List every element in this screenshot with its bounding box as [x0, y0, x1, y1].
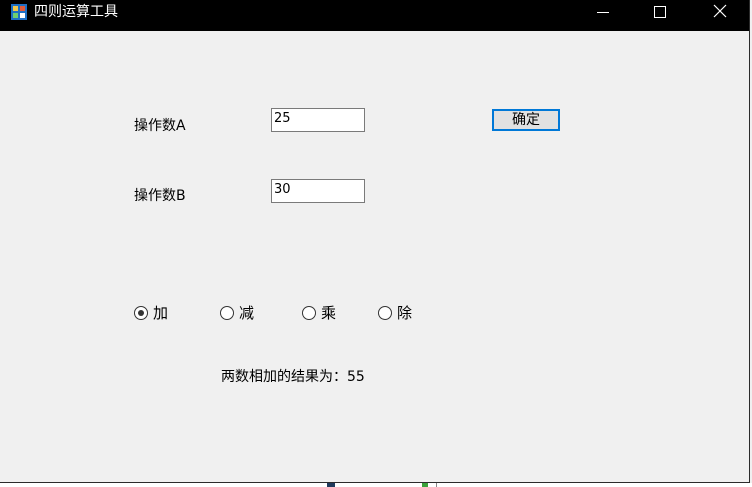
radio-subtract-label[interactable]: 减	[239, 304, 254, 322]
desktop-strip	[0, 483, 752, 487]
minimize-button[interactable]	[580, 0, 626, 31]
radio-subtract[interactable]: 减	[220, 303, 254, 323]
title-bar[interactable]: 四则运算工具	[0, 0, 749, 31]
close-icon	[713, 4, 727, 18]
minimize-icon	[597, 12, 609, 13]
radio-divide[interactable]: 除	[378, 303, 412, 323]
app-icon	[11, 4, 27, 20]
operand-b-input[interactable]: 30	[271, 179, 365, 203]
maximize-icon	[654, 6, 666, 18]
radio-multiply-label[interactable]: 乘	[321, 304, 336, 322]
app-window: 四则运算工具 操作数A 25 操作数B 30 确定 加 减 乘 除 两数相加的结…	[0, 0, 750, 483]
confirm-button[interactable]: 确定	[492, 109, 560, 131]
close-button[interactable]	[696, 0, 742, 31]
radio-unchecked-icon[interactable]	[378, 306, 392, 320]
radio-unchecked-icon[interactable]	[220, 306, 234, 320]
operand-a-label: 操作数A	[134, 118, 186, 134]
radio-multiply[interactable]: 乘	[302, 303, 336, 323]
radio-divide-label[interactable]: 除	[397, 304, 412, 322]
radio-checked-icon[interactable]	[134, 306, 148, 320]
desktop-fragment	[327, 483, 335, 487]
window-title: 四则运算工具	[34, 4, 118, 20]
radio-unchecked-icon[interactable]	[302, 306, 316, 320]
operand-a-input[interactable]: 25	[271, 108, 365, 132]
radio-add[interactable]: 加	[134, 303, 168, 323]
desktop-fragment	[422, 483, 428, 487]
maximize-button[interactable]	[637, 0, 683, 31]
radio-add-label[interactable]: 加	[153, 304, 168, 322]
operand-b-label: 操作数B	[134, 188, 186, 204]
result-label: 两数相加的结果为：55	[221, 369, 365, 385]
desktop-fragment	[436, 483, 437, 487]
